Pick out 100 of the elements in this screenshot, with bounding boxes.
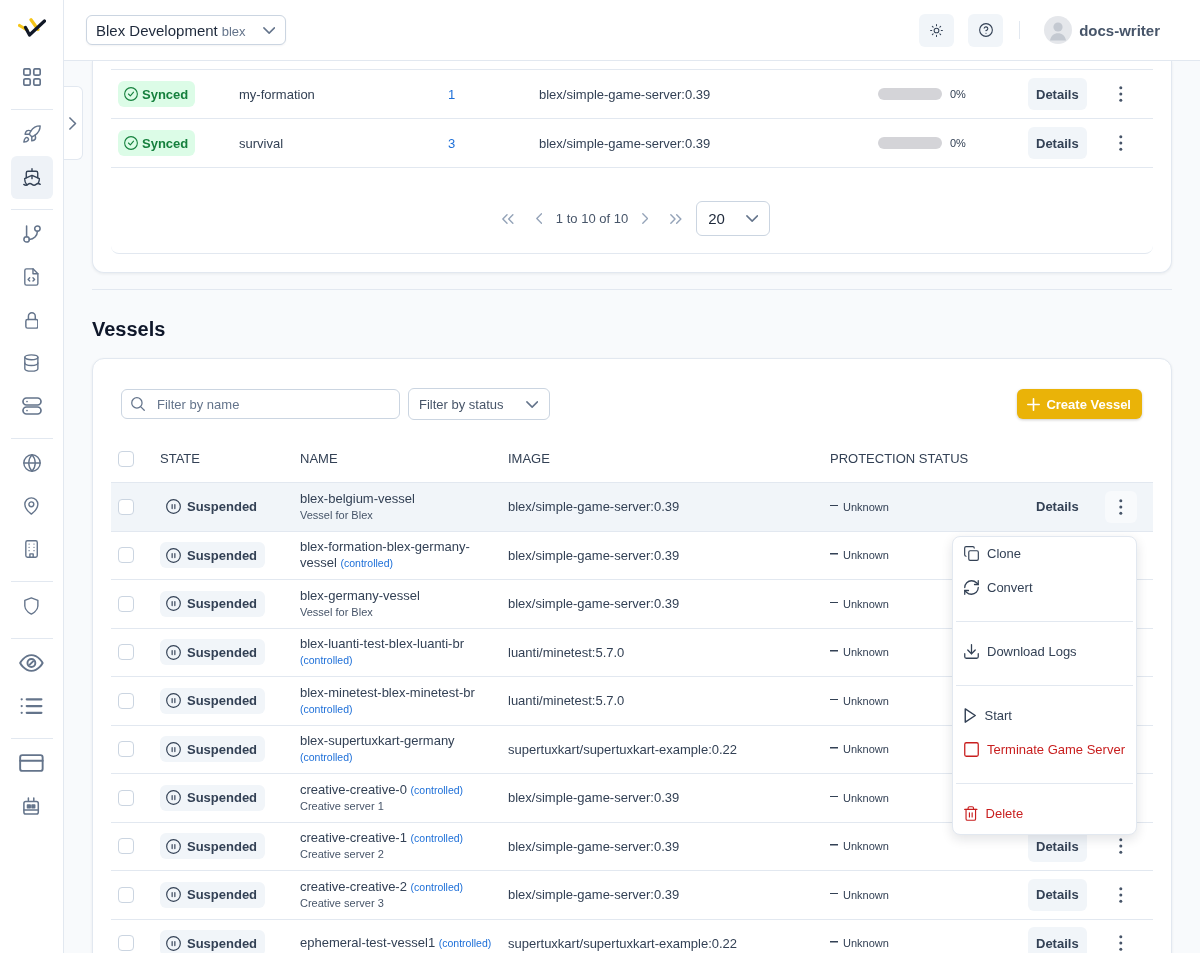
vessel-description: Vessel for Blex: [300, 507, 374, 523]
image-name: luanti/minetest:5.7.0: [508, 644, 625, 660]
image-name: blex/simple-game-server:0.39: [539, 86, 711, 102]
column-header: IMAGE: [508, 451, 550, 466]
double-chevron-left-icon[interactable]: [501, 213, 514, 224]
kebab-menu-icon[interactable]: [1119, 86, 1123, 102]
sidebar-toggle[interactable]: [64, 86, 83, 160]
user-name[interactable]: docs-writer: [1079, 21, 1160, 39]
state-label: Suspended: [187, 935, 258, 951]
row-checkbox[interactable]: [118, 692, 134, 709]
dash-icon: [830, 698, 838, 700]
dash-icon: [830, 795, 838, 797]
dash-icon: [830, 601, 838, 603]
grid-icon: [22, 68, 41, 86]
globe-icon: [22, 454, 41, 472]
search-icon: [131, 397, 145, 411]
row-checkbox[interactable]: [118, 886, 134, 903]
trash-icon: [964, 806, 978, 822]
help-button[interactable]: [968, 13, 1004, 47]
state-label: Suspended: [187, 693, 258, 709]
select-all-checkbox[interactable]: [118, 450, 134, 467]
logo-icon[interactable]: [17, 18, 46, 38]
chevron-right-icon[interactable]: [642, 213, 649, 224]
details-button[interactable]: Details: [1028, 878, 1087, 911]
list-icon: [20, 697, 43, 715]
theme-toggle-button[interactable]: [919, 13, 955, 47]
git-branch-icon: [22, 225, 41, 243]
image-name: blex/simple-game-server:0.39: [539, 135, 711, 151]
double-chevron-right-icon[interactable]: [670, 213, 683, 224]
item-name: survival: [239, 135, 284, 151]
row-checkbox[interactable]: [118, 644, 134, 661]
check-circle-icon: [124, 136, 138, 150]
menu-item[interactable]: Download Logs: [953, 634, 1136, 669]
image-name: blex/simple-game-server:0.39: [508, 838, 680, 854]
refresh-icon: [964, 580, 979, 596]
vessel-description: Vessel for Blex: [300, 604, 374, 620]
dash-icon: [830, 650, 838, 652]
pause-circle-icon: [166, 838, 181, 854]
search-field[interactable]: Filter by name: [121, 389, 400, 419]
more-options-button[interactable]: [1105, 490, 1137, 523]
robot-icon: [23, 797, 40, 815]
pause-circle-icon: [166, 693, 181, 709]
row-checkbox[interactable]: [118, 838, 134, 855]
details-button[interactable]: Details: [1028, 927, 1087, 953]
chevron-left-icon[interactable]: [535, 213, 542, 224]
vessel-description: Creative server 2: [300, 847, 385, 863]
vessel-name: blex-formation-blex-germany-vessel (controlled): [300, 539, 471, 572]
details-button[interactable]: Details: [1028, 127, 1087, 159]
image-name: blex/simple-game-server:0.39: [508, 790, 680, 806]
kebab-menu-icon[interactable]: [1119, 886, 1123, 903]
row-checkbox[interactable]: [118, 741, 134, 758]
pause-circle-icon: [166, 887, 181, 903]
vessel-name: blex-luanti-test-blex-luanti-br (controlled): [300, 636, 465, 669]
organization-select[interactable]: Blex Development blex: [86, 15, 286, 45]
dash-icon: [830, 747, 838, 749]
menu-item[interactable]: Delete: [953, 796, 1136, 831]
menu-item[interactable]: Convert: [953, 570, 1136, 605]
code-file-icon: [24, 268, 39, 286]
protection-status: Unknown: [843, 840, 889, 853]
ship-icon: [22, 168, 41, 186]
building-icon: [24, 540, 39, 558]
status-filter-select[interactable]: Filter by status: [408, 388, 550, 420]
menu-item[interactable]: Terminate Game Server: [953, 732, 1136, 767]
kebab-menu-icon[interactable]: [1119, 838, 1123, 855]
column-header: PROTECTION STATUS: [830, 451, 969, 466]
chevron-down-icon: [745, 215, 759, 222]
row-checkbox[interactable]: [118, 498, 134, 515]
protection-status: Unknown: [843, 646, 889, 659]
protection-status: Unknown: [843, 500, 889, 513]
pagination-range: 1 to 10 of 10: [555, 211, 629, 226]
rocket-icon: [22, 125, 41, 143]
kebab-menu-icon[interactable]: [1119, 935, 1123, 952]
status-label: Synced: [142, 135, 189, 151]
row-checkbox[interactable]: [118, 595, 134, 612]
protection-status: Unknown: [843, 694, 889, 707]
details-button[interactable]: Details: [1028, 78, 1087, 110]
lock-icon: [24, 311, 39, 329]
count-link[interactable]: 1: [448, 86, 456, 102]
state-label: Suspended: [187, 499, 258, 515]
row-checkbox[interactable]: [118, 789, 134, 806]
page-size-select[interactable]: 20: [696, 201, 771, 236]
pause-circle-icon: [166, 499, 181, 515]
menu-item[interactable]: Start: [953, 698, 1136, 733]
protection-status: Unknown: [843, 597, 889, 610]
chevron-right-icon: [69, 116, 77, 130]
kebab-menu-icon: [1119, 498, 1123, 515]
kebab-menu-icon[interactable]: [1119, 135, 1123, 151]
dash-icon: [830, 941, 838, 943]
menu-item[interactable]: Clone: [953, 536, 1136, 571]
image-name: supertuxkart/supertuxkart-example:0.22: [508, 935, 738, 951]
pause-circle-icon: [166, 935, 181, 951]
row-checkbox[interactable]: [118, 935, 134, 952]
pause-circle-icon: [166, 596, 181, 612]
state-label: Suspended: [187, 741, 258, 757]
count-link[interactable]: 3: [448, 135, 456, 151]
sun-icon: [930, 23, 944, 37]
pause-circle-icon: [166, 644, 181, 660]
nav-item[interactable]: [10, 155, 53, 199]
row-checkbox[interactable]: [118, 547, 134, 564]
progress-reading: 0%: [950, 88, 966, 100]
